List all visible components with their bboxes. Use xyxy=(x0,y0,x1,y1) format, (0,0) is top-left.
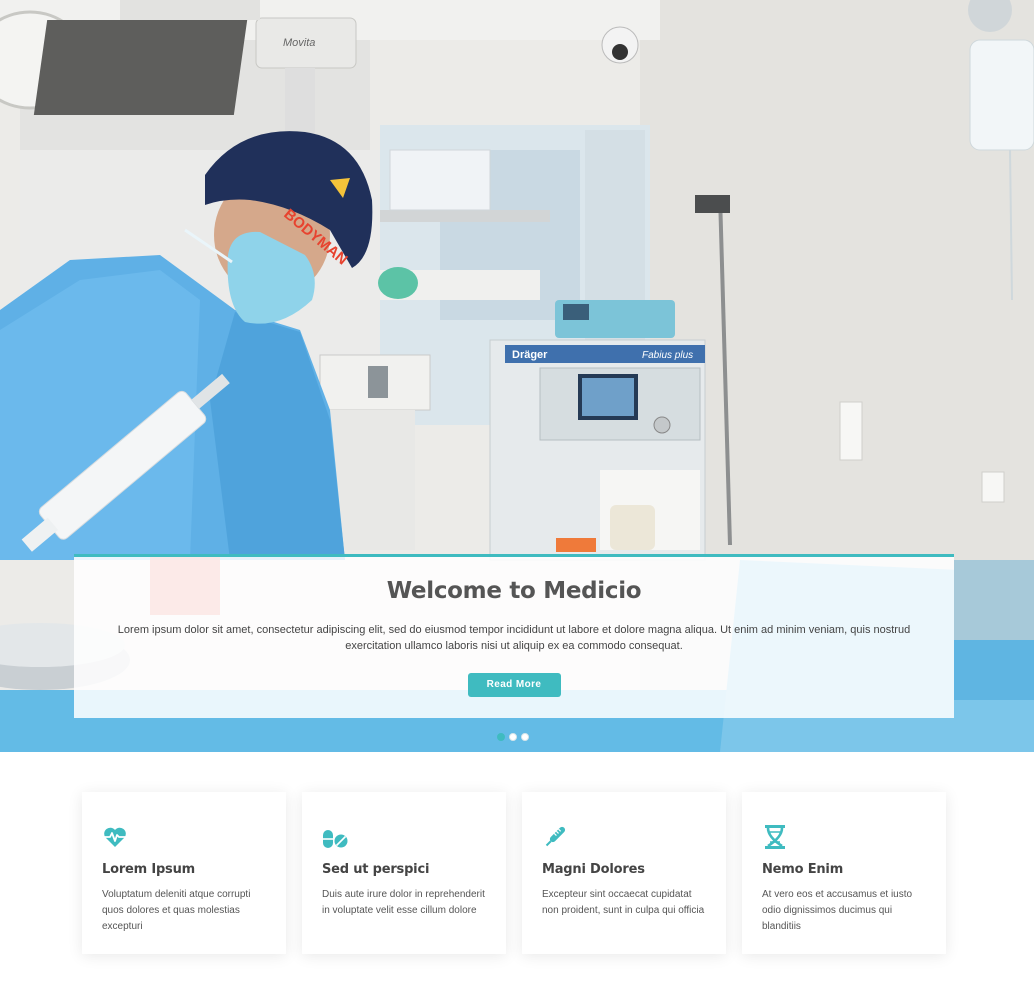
service-title: Sed ut perspici xyxy=(322,862,430,877)
service-text: At vero eos et accusamus et iusto odio d… xyxy=(762,889,913,932)
carousel-indicators xyxy=(497,733,529,741)
machine-brand-label: Dräger xyxy=(512,349,548,361)
service-text: Voluptatum deleniti atque corrupti quos … xyxy=(102,889,251,932)
heart-pulse-icon xyxy=(102,824,128,850)
hero-carousel: Movita Dräger Fabius plus BODYMAN Welcom… xyxy=(0,0,1034,752)
thermometer-icon xyxy=(542,824,568,850)
service-text: Excepteur sint occaecat cupidatat non pr… xyxy=(542,889,705,916)
service-title: Nemo Enim xyxy=(762,862,844,877)
hero-caption-box: Welcome to Medicio Lorem ipsum dolor sit… xyxy=(74,554,954,718)
machine-model-label: Fabius plus xyxy=(642,350,693,361)
service-card-sed-ut-perspici[interactable]: Sed ut perspici Duis aute irure dolor in… xyxy=(302,792,506,954)
service-title: Lorem Ipsum xyxy=(102,862,195,877)
carousel-dot-2[interactable] xyxy=(509,733,517,741)
service-card-lorem-ipsum[interactable]: Lorem Ipsum Voluptatum deleniti atque co… xyxy=(82,792,286,954)
featured-services: Lorem Ipsum Voluptatum deleniti atque co… xyxy=(82,792,946,954)
hero-title: Welcome to Medicio xyxy=(386,578,642,604)
hero-description: Lorem ipsum dolor sit amet, consectetur … xyxy=(117,624,911,652)
dna-icon xyxy=(762,824,788,850)
service-card-nemo-enim[interactable]: Nemo Enim At vero eos et accusamus et iu… xyxy=(742,792,946,954)
carousel-dot-1[interactable] xyxy=(497,733,505,741)
service-text: Duis aute irure dolor in reprehenderit i… xyxy=(322,889,485,916)
service-card-magni-dolores[interactable]: Magni Dolores Excepteur sint occaecat cu… xyxy=(522,792,726,954)
service-title: Magni Dolores xyxy=(542,862,645,877)
read-more-button[interactable]: Read More xyxy=(467,673,561,697)
lamp-brand-label: Movita xyxy=(283,37,315,49)
carousel-dot-3[interactable] xyxy=(521,733,529,741)
pills-icon xyxy=(322,824,348,850)
